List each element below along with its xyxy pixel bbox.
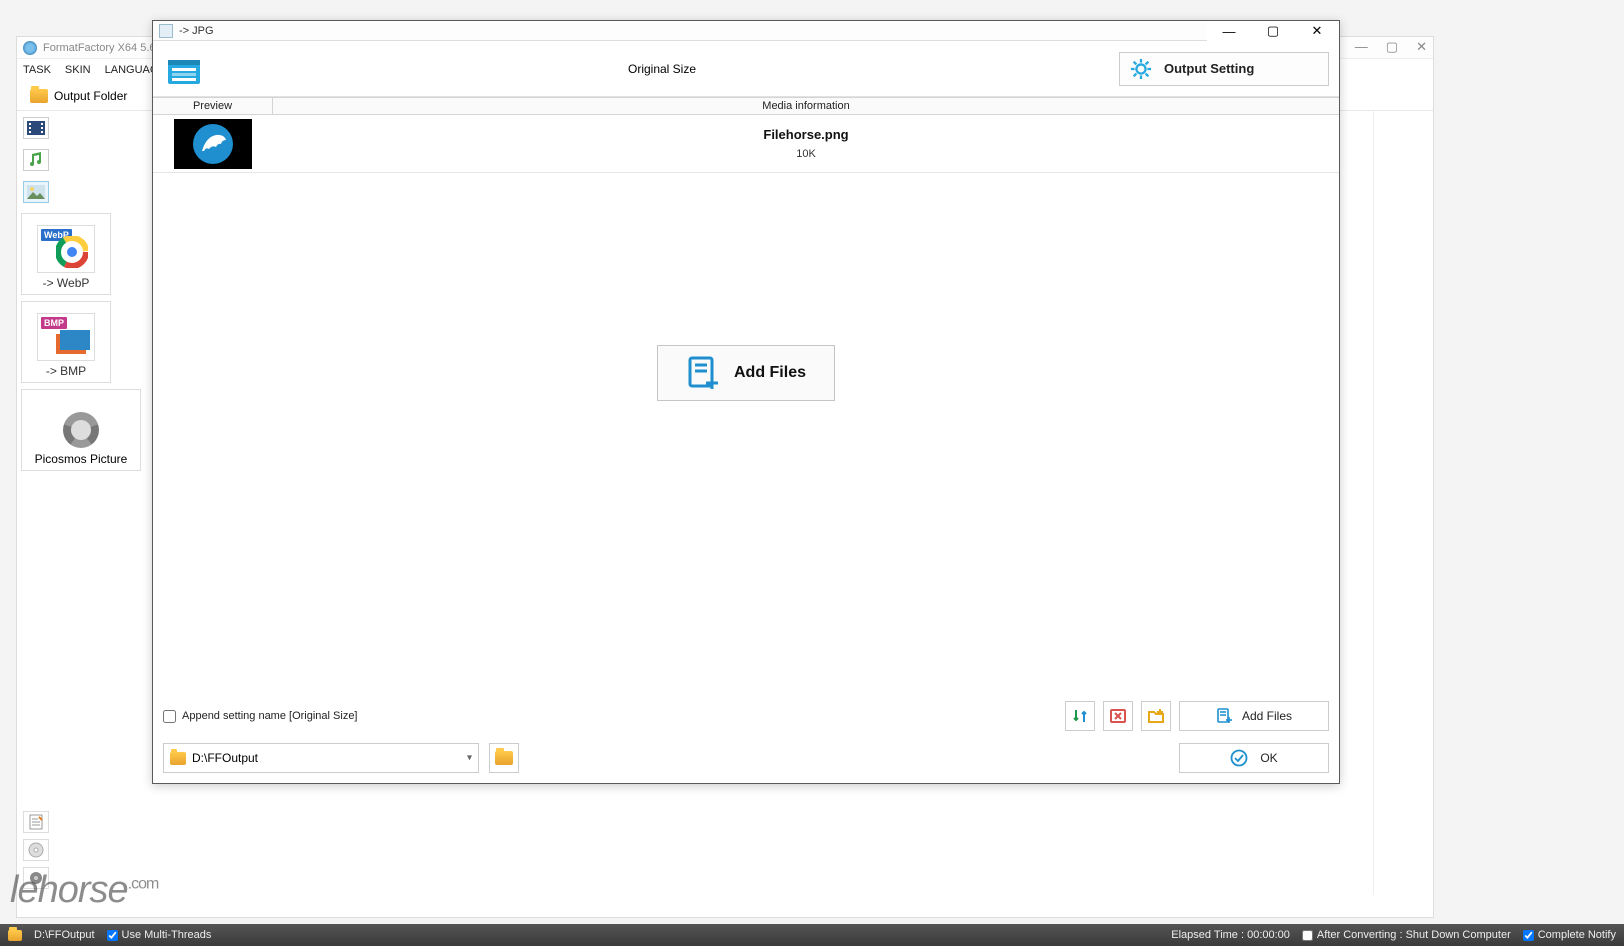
browse-folder-icon — [495, 751, 513, 765]
output-path-combo[interactable]: D:\FFOutput ▾ — [163, 743, 479, 773]
append-setting-label: Append setting name [Original Size] — [182, 710, 358, 722]
append-setting-input[interactable] — [163, 710, 176, 723]
elapsed-time: Elapsed Time : 00:00:00 — [1171, 929, 1290, 941]
status-output-path[interactable]: D:\FFOutput — [34, 929, 95, 941]
list-info: Filehorse.png 10K — [273, 115, 1339, 172]
bmp-thumb: BMP — [37, 313, 95, 361]
list-thumb — [153, 115, 273, 172]
sort-button[interactable] — [1065, 701, 1095, 731]
output-folder-label: Output Folder — [54, 89, 127, 103]
list-filename: Filehorse.png — [763, 127, 848, 142]
category-video[interactable] — [23, 117, 49, 139]
app-icon — [23, 41, 37, 55]
complete-notify-input[interactable] — [1523, 930, 1534, 941]
ok-label: OK — [1260, 751, 1277, 765]
list-filesize: 10K — [796, 148, 816, 160]
maximize-icon[interactable]: ▢ — [1386, 39, 1398, 55]
append-setting-checkbox[interactable]: Append setting name [Original Size] — [163, 710, 358, 723]
add-file-icon — [686, 355, 722, 391]
dialog-window-controls: — ▢ ✕ — [1207, 21, 1339, 41]
add-files-label: Add Files — [1242, 709, 1292, 723]
multithreads-label: Use Multi-Threads — [122, 929, 212, 941]
chevron-down-icon: ▾ — [467, 753, 472, 764]
music-icon — [28, 152, 44, 168]
multithreads-checkbox[interactable]: Use Multi-Threads — [107, 929, 212, 941]
complete-notify-checkbox[interactable]: Complete Notify — [1523, 929, 1616, 941]
picosmos-label: Picosmos Picture — [35, 452, 128, 466]
right-panel — [1373, 111, 1433, 895]
add-folder-icon — [1147, 707, 1165, 725]
after-convert-input[interactable] — [1302, 930, 1313, 941]
category-image[interactable] — [23, 181, 49, 203]
multithreads-input[interactable] — [107, 930, 118, 941]
complete-notify-label: Complete Notify — [1538, 929, 1616, 941]
browse-folder-button[interactable] — [489, 743, 519, 773]
dialog-title: -> JPG — [179, 25, 214, 37]
filehorse-icon — [192, 123, 234, 165]
jpg-format-icon — [163, 50, 205, 88]
dialog-close[interactable]: ✕ — [1295, 21, 1339, 41]
sidebar-bottom-icons — [23, 811, 49, 889]
folder-icon — [30, 89, 48, 103]
output-path-text: D:\FFOutput — [192, 751, 258, 765]
remove-button[interactable] — [1103, 701, 1133, 731]
status-folder-icon — [8, 930, 22, 941]
remove-icon — [1109, 707, 1127, 725]
add-files-center-button[interactable]: Add Files — [657, 345, 835, 401]
tile-bmp[interactable]: BMP -> BMP — [21, 301, 111, 383]
minimize-icon[interactable]: — — [1355, 39, 1368, 55]
tile-webp-label: -> WebP — [43, 276, 90, 290]
add-files-small-icon — [1216, 707, 1234, 725]
dialog-header: Original Size Output Setting — [153, 41, 1339, 97]
tile-webp[interactable]: WebP -> WebP — [21, 213, 111, 295]
film-icon — [27, 121, 45, 135]
dialog-icon — [159, 24, 173, 38]
list-item[interactable]: Filehorse.png 10K — [153, 115, 1339, 173]
menu-skin[interactable]: SKIN — [65, 64, 91, 76]
add-files-button[interactable]: Add Files — [1179, 701, 1329, 731]
image-icon — [27, 185, 45, 199]
status-bar: D:\FFOutput Use Multi-Threads Elapsed Ti… — [0, 924, 1624, 946]
disc-icon[interactable] — [23, 839, 49, 861]
file-list: Filehorse.png 10K Add Files — [153, 115, 1339, 695]
tools-icon[interactable] — [23, 867, 49, 889]
dialog-titlebar: -> JPG — ▢ ✕ — [153, 21, 1339, 41]
picosmos-icon — [63, 412, 99, 448]
document-icon[interactable] — [23, 811, 49, 833]
dialog-columns: Preview Media information — [153, 97, 1339, 115]
col-preview[interactable]: Preview — [153, 97, 273, 115]
bmp-preview-icon — [52, 328, 92, 358]
tile-bmp-label: -> BMP — [46, 364, 86, 378]
dialog-bottom-row: D:\FFOutput ▾ OK — [153, 737, 1339, 783]
path-folder-icon — [170, 752, 186, 765]
sort-icon — [1071, 707, 1089, 725]
close-icon[interactable]: ✕ — [1416, 39, 1427, 55]
check-circle-icon — [1230, 749, 1248, 767]
output-setting-button[interactable]: Output Setting — [1119, 52, 1329, 86]
col-media-info[interactable]: Media information — [273, 97, 1339, 115]
convert-dialog: -> JPG — ▢ ✕ Original Size Output Settin… — [152, 20, 1340, 784]
category-sidebar: WebP -> WebP BMP -> BMP Picosmos Picture — [17, 111, 145, 895]
dialog-minimize[interactable]: — — [1207, 21, 1251, 41]
size-label: Original Size — [205, 62, 1119, 76]
ok-button[interactable]: OK — [1179, 743, 1329, 773]
add-files-center-label: Add Files — [734, 364, 806, 382]
menu-task[interactable]: TASK — [23, 64, 51, 76]
after-convert-label: After Converting : Shut Down Computer — [1317, 929, 1511, 941]
output-folder-button[interactable]: Output Folder — [23, 86, 134, 106]
add-folder-button[interactable] — [1141, 701, 1171, 731]
window-controls: — ▢ ✕ — [1355, 39, 1427, 55]
chrome-icon — [56, 236, 88, 268]
tile-picosmos[interactable]: Picosmos Picture — [21, 389, 141, 471]
category-audio[interactable] — [23, 149, 49, 171]
output-setting-label: Output Setting — [1164, 61, 1254, 76]
dialog-maximize[interactable]: ▢ — [1251, 21, 1295, 41]
gear-icon — [1130, 58, 1152, 80]
webp-thumb: WebP — [37, 225, 95, 273]
app-title: FormatFactory X64 5.6 — [43, 42, 156, 54]
dialog-options-row: Append setting name [Original Size] Add … — [153, 695, 1339, 737]
after-convert-checkbox[interactable]: After Converting : Shut Down Computer — [1302, 929, 1511, 941]
